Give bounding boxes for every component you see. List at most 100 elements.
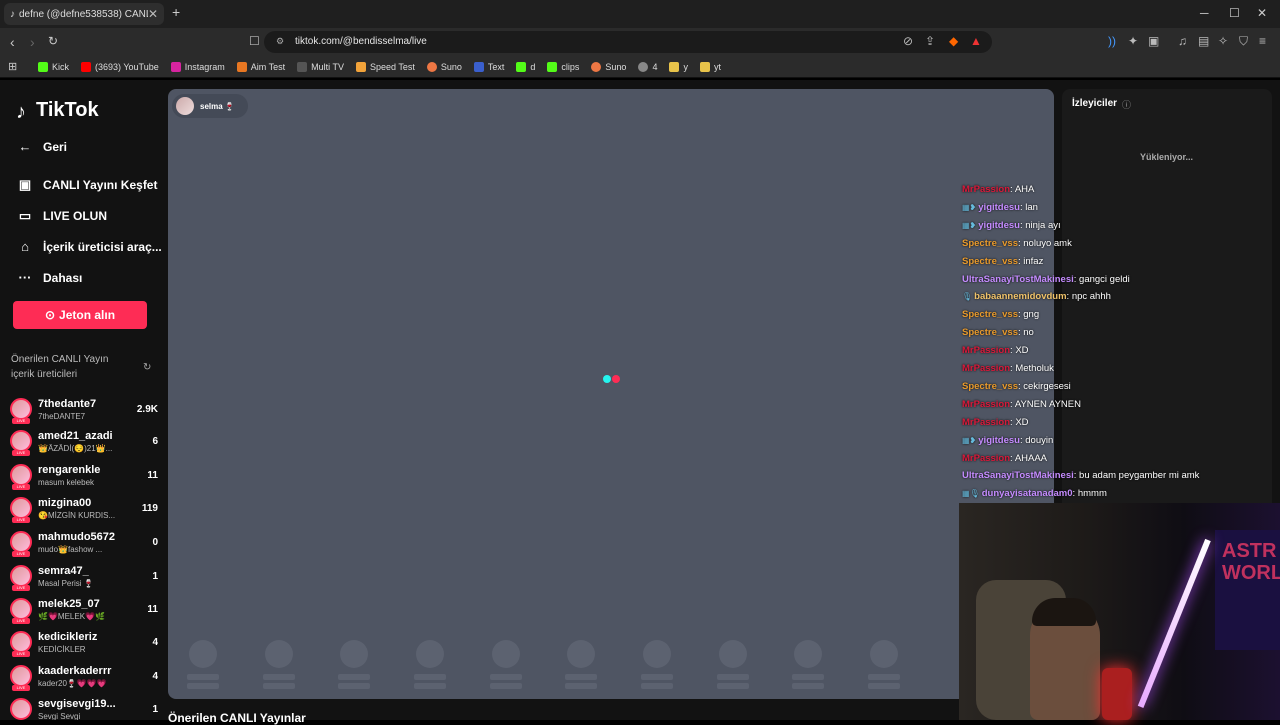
maximize-icon[interactable]: ☐ bbox=[1229, 6, 1240, 20]
creator-item[interactable]: LIVE semra47_ Masal Perisi 🍷 1 bbox=[10, 561, 158, 593]
chat-username[interactable]: yigitdesu bbox=[978, 220, 1020, 231]
chat-message: MrPassion: AYNEN AYNEN bbox=[962, 398, 1081, 410]
mute-icon[interactable]: ⊘ bbox=[903, 34, 913, 48]
chat-username[interactable]: MrPassion bbox=[962, 417, 1010, 428]
bookmark-aim-test[interactable]: Aim Test bbox=[236, 61, 285, 72]
chat-username[interactable]: yigitdesu bbox=[978, 435, 1020, 446]
creator-item[interactable]: LIVE mizgina00 😘MİZGİN KURDIS... 119 bbox=[10, 493, 158, 525]
bookmark-d[interactable]: d bbox=[516, 61, 535, 72]
close-tab-icon[interactable]: ✕ bbox=[148, 7, 158, 21]
chat-username[interactable]: MrPassion bbox=[962, 453, 1010, 464]
ai-icon[interactable]: ✧ bbox=[1218, 34, 1228, 48]
viewer-count: 1 bbox=[152, 571, 158, 582]
url-text: tiktok.com/@bendisselma/live bbox=[295, 36, 427, 47]
chat-username[interactable]: MrPassion bbox=[962, 184, 1010, 195]
webcam-lamp bbox=[1102, 668, 1132, 720]
sidebar-item-more[interactable]: ··· Dahası bbox=[16, 270, 83, 285]
chat-username[interactable]: Spectre_vss bbox=[962, 327, 1018, 338]
share-icon[interactable]: ⇪ bbox=[925, 34, 935, 48]
get-coins-button[interactable]: ⊙ Jeton alın bbox=[13, 301, 147, 329]
creator-item[interactable]: LIVE rengarenkle masum kelebek 11 bbox=[10, 460, 158, 492]
bookmark-multi-tv[interactable]: Multi TV bbox=[297, 61, 344, 72]
chat-text: XD bbox=[1015, 416, 1029, 428]
extensions-icon[interactable]: ✦ bbox=[1128, 34, 1138, 48]
rewards-icon[interactable]: ▲ bbox=[970, 34, 982, 48]
close-window-icon[interactable]: ✕ bbox=[1257, 6, 1267, 20]
gift-placeholder bbox=[338, 640, 370, 689]
bookmark-icon[interactable]: ☐ bbox=[249, 34, 260, 48]
live-badge: LIVE bbox=[12, 651, 30, 657]
sidebar-toggle-icon[interactable]: ▤ bbox=[1198, 34, 1209, 48]
chat-username[interactable]: babaannemidovdum bbox=[974, 291, 1066, 302]
creator-item[interactable]: LIVE melek25_07 🌿💗MELEK💗🌿 11 bbox=[10, 594, 158, 626]
avatar bbox=[10, 698, 32, 720]
site-info-icon[interactable]: ⚙ bbox=[276, 36, 284, 47]
vpn-icon[interactable]: ⛉ bbox=[1239, 34, 1248, 49]
chat-username[interactable]: MrPassion bbox=[962, 345, 1010, 356]
minimize-icon[interactable]: ─ bbox=[1200, 6, 1209, 20]
chat-username[interactable]: yigitdesu bbox=[978, 202, 1020, 213]
menu-icon[interactable]: ≡ bbox=[1259, 34, 1266, 48]
reload-icon[interactable]: ↻ bbox=[48, 34, 58, 48]
gift-placeholder bbox=[490, 640, 522, 689]
creator-item[interactable]: LIVE amed21_azadi 👑ÂZÂDİ(😔)21👑... 6 bbox=[10, 426, 158, 458]
chat-username[interactable]: Spectre_vss bbox=[962, 309, 1018, 320]
creator-item[interactable]: LIVE mahmudo5672 mudo👑fashow ... 0 bbox=[10, 527, 158, 559]
viewer-count: 4 bbox=[152, 671, 158, 682]
chat-username[interactable]: Spectre_vss bbox=[962, 238, 1018, 249]
bookmark-youtube[interactable]: (3693) YouTube bbox=[81, 61, 159, 72]
bookmark-suno-2[interactable]: Suno bbox=[591, 61, 626, 72]
tv-icon: ▣ bbox=[18, 177, 32, 192]
new-tab-icon[interactable]: + bbox=[172, 4, 180, 20]
creator-item[interactable]: sevgisevgi19... Sevgi Sevgi 1 bbox=[10, 694, 158, 720]
bookmark-speed-test[interactable]: Speed Test bbox=[355, 61, 415, 72]
chat-username[interactable]: MrPassion bbox=[962, 363, 1010, 374]
sidebar-item-go-live[interactable]: ▭ LIVE OLUN bbox=[16, 208, 107, 224]
info-icon[interactable]: ⓘ bbox=[1122, 98, 1131, 111]
bookmark-kick[interactable]: Kick bbox=[38, 61, 69, 72]
chat-username[interactable]: UltraSanayiTostMakinesi bbox=[962, 470, 1074, 481]
creator-item[interactable]: LIVE 7thedante7 7theDANTE7 2.9K bbox=[10, 394, 158, 426]
bookmark-folder-yt[interactable]: yt bbox=[699, 61, 721, 72]
brave-shield-icon[interactable]: ◆ bbox=[949, 34, 958, 48]
chat-message: UltraSanayiTostMakinesi: gangci geldi bbox=[962, 273, 1130, 285]
chat-username[interactable]: UltraSanayiTostMakinesi bbox=[962, 274, 1074, 285]
bookmark-clips[interactable]: clips bbox=[547, 61, 579, 72]
back-icon[interactable]: ‹ bbox=[10, 34, 15, 50]
apps-grid-icon[interactable]: ⊞ bbox=[8, 60, 17, 73]
bookmark-text[interactable]: Text bbox=[473, 61, 504, 72]
live-badge: LIVE bbox=[12, 585, 30, 591]
creator-item[interactable]: LIVE kedicikleriz KEDİCİKLER 4 bbox=[10, 627, 158, 659]
chat-username[interactable]: Spectre_vss bbox=[962, 381, 1018, 392]
creator-item[interactable]: LIVE kaaderkaderrr kader20🍷💗💗💗 4 bbox=[10, 661, 158, 693]
viewer-count: 119 bbox=[141, 503, 158, 514]
bookmark-instagram[interactable]: Instagram bbox=[170, 61, 225, 72]
sidebar-item-explore-live[interactable]: ▣ CANLI Yayını Keşfet bbox=[16, 177, 158, 193]
user-badge-icon: ▦❥ bbox=[962, 435, 977, 445]
music-icon[interactable]: ♫ bbox=[1178, 34, 1187, 48]
chat-username[interactable]: MrPassion bbox=[962, 399, 1010, 410]
chat-username[interactable]: Spectre_vss bbox=[962, 256, 1018, 267]
browser-tab[interactable]: ♪ defne (@defne538538) CANLI ✕ bbox=[4, 3, 164, 25]
forward-icon[interactable]: › bbox=[30, 34, 35, 50]
live-video-player[interactable] bbox=[168, 89, 1054, 699]
host-chip[interactable]: selma 🍷 bbox=[172, 94, 248, 118]
bookmark-folder-y[interactable]: y bbox=[669, 61, 688, 72]
audio-icon[interactable]: )) bbox=[1108, 34, 1116, 48]
chat-username[interactable]: dunyayisatanadam0 bbox=[982, 488, 1073, 499]
chat-message: Spectre_vss: cekirgesesi bbox=[962, 380, 1071, 392]
chat-text: hmmm bbox=[1077, 488, 1107, 500]
refresh-icon[interactable]: ↻ bbox=[143, 362, 151, 373]
tiktok-logo[interactable]: ♪ TikTok bbox=[16, 99, 99, 123]
chat-message: MrPassion: Metholuk bbox=[962, 363, 1054, 374]
avatar bbox=[10, 665, 32, 687]
gift-placeholder bbox=[414, 640, 446, 689]
bookmark-suno[interactable]: Suno bbox=[426, 61, 462, 72]
chat-message: ▦❥ yigitdesu: ninja ayı bbox=[962, 219, 1061, 231]
sidebar-item-creator-tools[interactable]: ⌂ İçerik üreticisi araç... bbox=[16, 239, 162, 254]
back-link[interactable]: ← Geri bbox=[16, 139, 68, 154]
bookmark-4[interactable]: 4 bbox=[638, 61, 657, 72]
avatar bbox=[10, 464, 32, 486]
wallet-icon[interactable]: ▣ bbox=[1148, 34, 1159, 48]
viewer-count: 11 bbox=[147, 470, 158, 481]
